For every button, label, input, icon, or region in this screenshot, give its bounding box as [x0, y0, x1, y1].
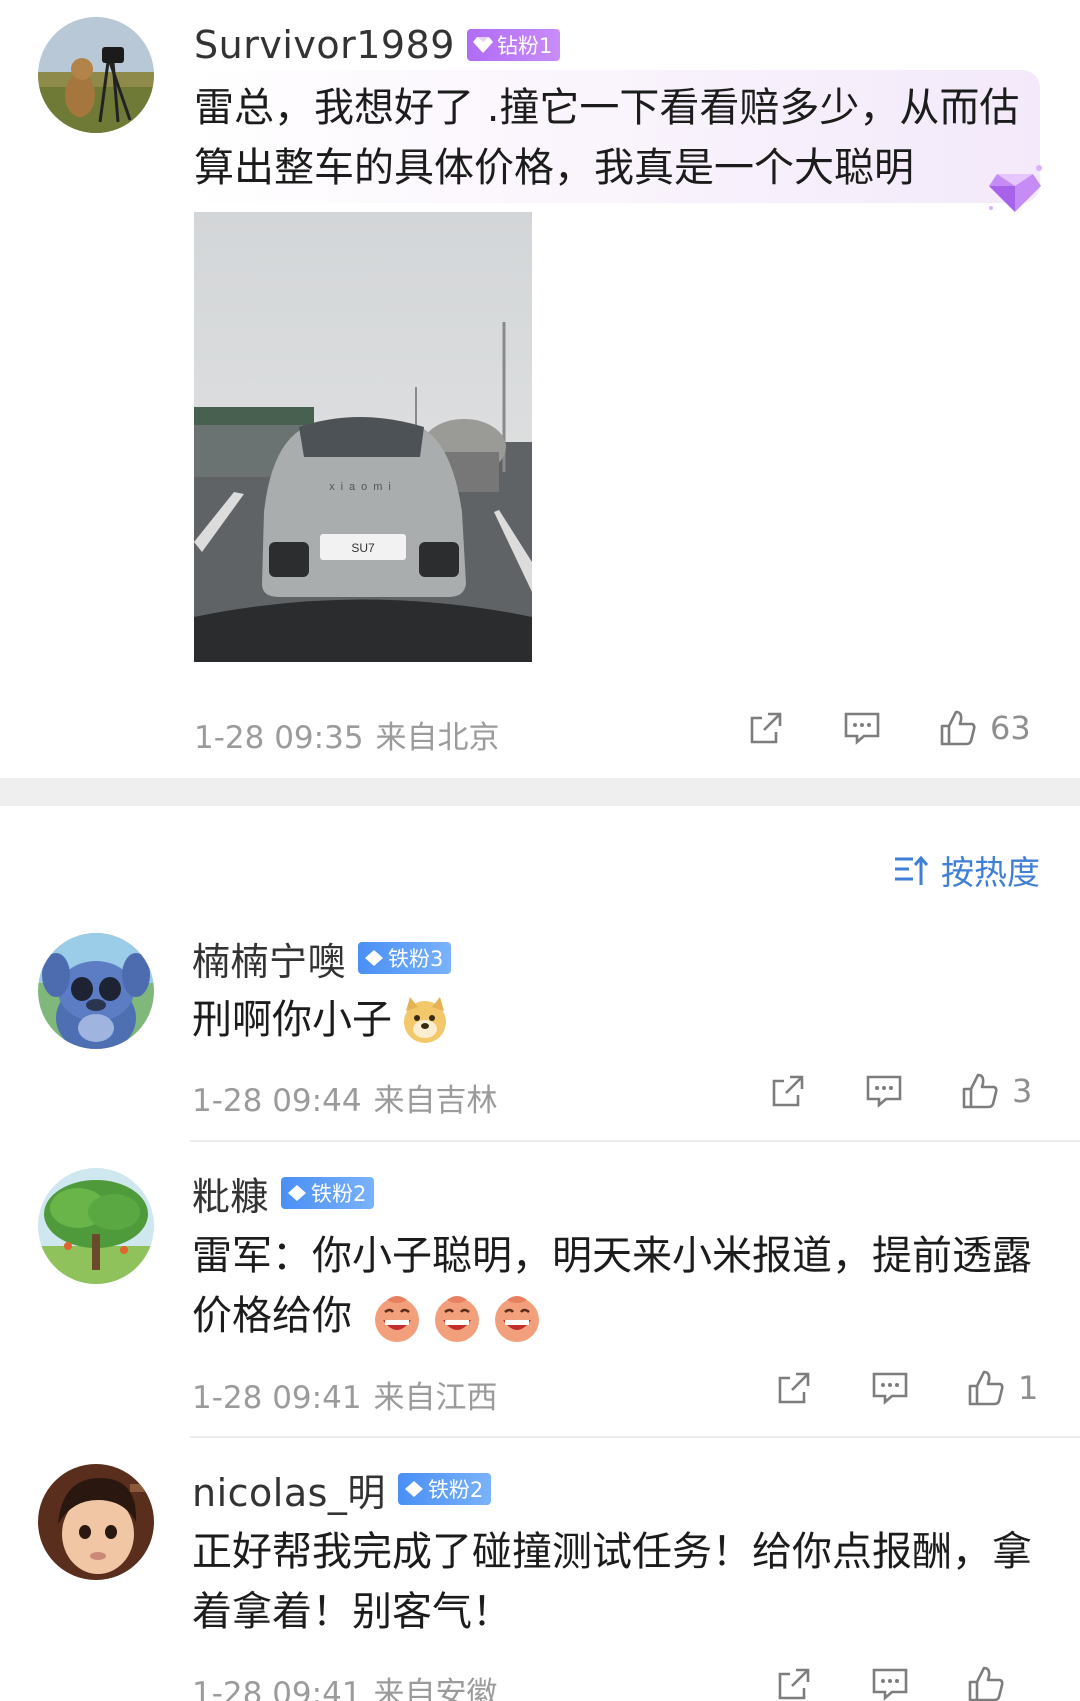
diamond-icon	[472, 37, 493, 53]
brand-text: xiaomi	[329, 481, 397, 493]
author-row: 粃糠 铁粉2	[192, 1166, 375, 1221]
comment-meta: 1-28 09:41 来自江西	[192, 1372, 498, 1417]
share-icon[interactable]	[746, 708, 786, 748]
like-icon[interactable]	[966, 1664, 1006, 1701]
like-count: 3	[1012, 1072, 1033, 1110]
avatar[interactable]	[38, 933, 154, 1049]
like-icon[interactable]	[938, 708, 978, 748]
badge-label: 铁粉2	[311, 1182, 367, 1206]
username[interactable]: nicolas_明	[192, 1462, 386, 1517]
share-icon[interactable]	[774, 1368, 814, 1408]
laughing-emoji-icon	[494, 1296, 539, 1342]
comment-text: 雷军：你小子聪明，明天来小米报道，提前透露价格给你	[192, 1226, 1042, 1346]
username[interactable]: 楠楠宁噢	[192, 931, 346, 986]
comment-time: 1-28 09:44	[192, 1083, 362, 1119]
author-row: Survivor1989 钻粉1	[194, 20, 561, 70]
doge-emoji-icon	[404, 997, 446, 1043]
fan-badge: 铁粉2	[397, 1473, 492, 1505]
comment-text-content: 雷军：你小子聪明，明天来小米报道，提前透露价格给你	[192, 1233, 1032, 1339]
sort-button[interactable]: 按热度	[893, 846, 1040, 894]
comment-actions: 1	[774, 1368, 1038, 1408]
emoji-group	[371, 1292, 543, 1344]
post-time: 1-28 09:35	[194, 720, 364, 756]
comment-time: 1-28 09:41	[192, 1380, 362, 1416]
badge-label: 铁粉3	[388, 947, 444, 971]
avatar[interactable]	[38, 17, 154, 133]
diamond-decoration-icon	[989, 165, 1042, 212]
diamond-icon	[404, 1481, 423, 1497]
post-image[interactable]: SU7 xiaomi	[194, 212, 532, 662]
comment-time: 1-28 09:41	[192, 1676, 362, 1701]
comment-location: 来自吉林	[373, 1083, 498, 1119]
post-meta: 1-28 09:35 来自北京	[194, 712, 500, 757]
share-icon[interactable]	[774, 1664, 814, 1701]
comment-divider	[190, 1436, 1080, 1438]
laughing-emoji-icon	[374, 1296, 419, 1342]
comment-actions: 3	[768, 1071, 1032, 1111]
post-actions: 63	[746, 708, 1031, 748]
username[interactable]: Survivor1989	[194, 23, 455, 67]
like-count: 1	[1018, 1369, 1039, 1407]
like-icon[interactable]	[966, 1368, 1006, 1408]
avatar[interactable]	[38, 1168, 154, 1284]
author-row: nicolas_明 铁粉2	[192, 1462, 492, 1517]
fan-badge: 铁粉3	[358, 942, 452, 974]
badge-label: 铁粉2	[427, 1478, 484, 1502]
comment-icon[interactable]	[864, 1071, 904, 1111]
diamond-icon	[288, 1185, 307, 1201]
fan-badge: 钻粉1	[466, 29, 561, 61]
comment-divider	[190, 1140, 1080, 1142]
comment-text: 正好帮我完成了碰撞测试任务！给你点报酬，拿着拿着！别客气！	[192, 1529, 1032, 1635]
diamond-icon	[365, 950, 384, 966]
post-text: 雷总，我想好了 .撞它一下看看赔多少，从而估算出整车的具体价格，我真是一个大聪明	[194, 85, 1020, 191]
section-separator	[0, 778, 1080, 806]
comment-location: 来自安徽	[373, 1676, 498, 1701]
laughing-emoji-icon	[434, 1296, 479, 1342]
comment-actions	[774, 1664, 1018, 1701]
fan-badge: 铁粉2	[281, 1177, 375, 1209]
comment-body: 刑啊你小子	[192, 990, 450, 1050]
avatar[interactable]	[38, 1464, 154, 1580]
username[interactable]: 粃糠	[192, 1166, 269, 1221]
comment-location: 来自江西	[373, 1380, 498, 1416]
comment-icon[interactable]	[870, 1664, 910, 1701]
sort-label: 按热度	[941, 853, 1040, 892]
sort-icon	[895, 855, 929, 885]
author-row: 楠楠宁噢 铁粉3	[192, 931, 452, 986]
comment-meta: 1-28 09:44 来自吉林	[192, 1075, 498, 1120]
comment-meta: 1-28 09:41 来自安徽	[192, 1668, 498, 1701]
comment-icon[interactable]	[842, 708, 882, 748]
post-location: 来自北京	[375, 720, 500, 756]
like-icon[interactable]	[960, 1071, 1000, 1111]
comment-icon[interactable]	[870, 1368, 910, 1408]
plate-text: SU7	[351, 541, 375, 555]
like-count: 63	[990, 709, 1031, 747]
share-icon[interactable]	[768, 1071, 808, 1111]
badge-label: 钻粉1	[496, 34, 553, 58]
comment-text: 刑啊你小子	[192, 997, 392, 1043]
main-post: Survivor1989 钻粉1 雷总，我想好了 .撞它一下看看赔多少，从而估算…	[0, 0, 1080, 778]
